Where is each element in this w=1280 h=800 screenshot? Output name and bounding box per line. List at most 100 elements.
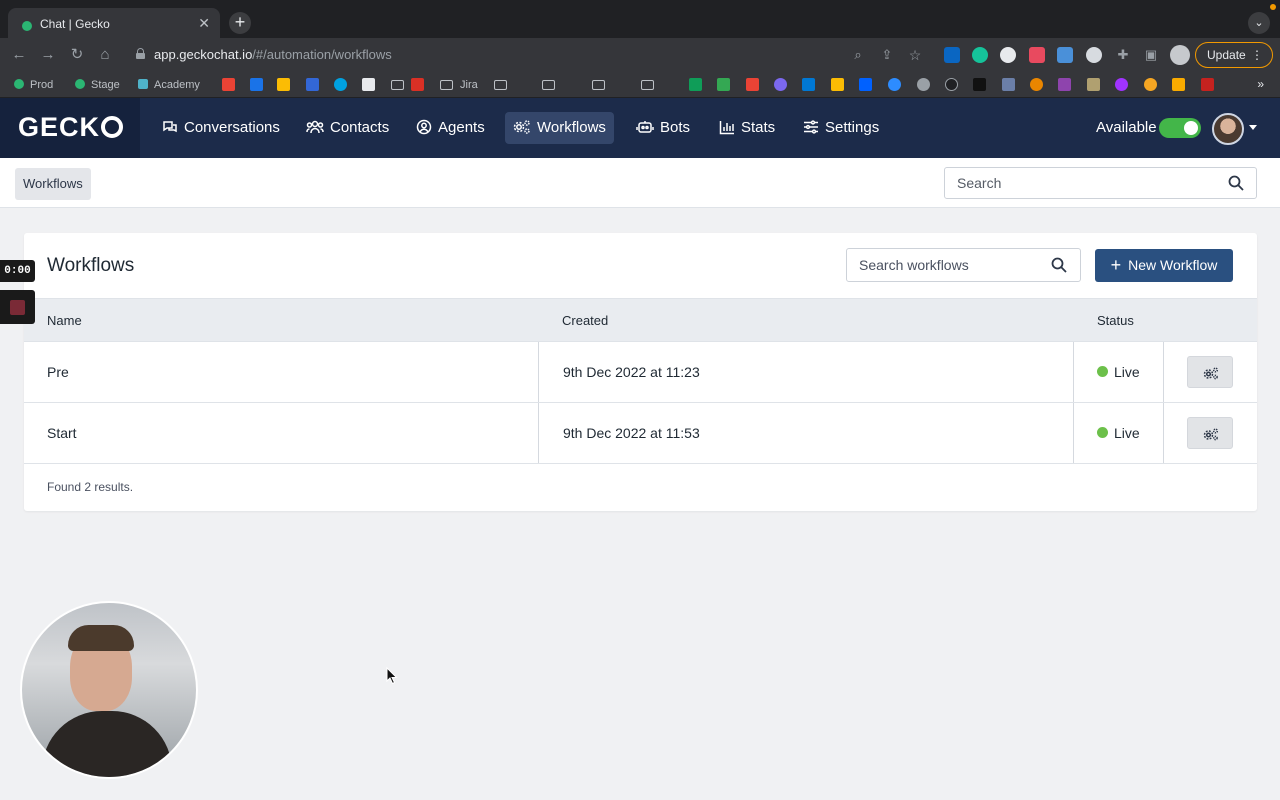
bookmark-stage[interactable]: Stage	[75, 77, 120, 93]
chevron-down-icon[interactable]	[1249, 125, 1257, 130]
folder-icon[interactable]	[391, 80, 404, 90]
lock-icon[interactable]	[136, 48, 145, 59]
extension-icon[interactable]	[1086, 47, 1102, 63]
folder-icon[interactable]	[440, 80, 453, 90]
column-divider	[1163, 342, 1164, 402]
bookmark-icon[interactable]	[1058, 78, 1071, 91]
folder-icon[interactable]	[542, 80, 555, 90]
grammarly-extension-icon[interactable]	[972, 47, 988, 63]
gecko-favicon-icon	[22, 21, 32, 31]
home-icon[interactable]: ⌂	[94, 44, 116, 66]
folder-icon[interactable]	[494, 80, 507, 90]
notion-icon[interactable]	[362, 78, 375, 91]
toggle-knob	[1184, 121, 1198, 135]
nav-contacts[interactable]: Contacts	[298, 112, 397, 144]
folder-icon[interactable]	[592, 80, 605, 90]
linkedin-extension-icon[interactable]	[944, 47, 960, 63]
bookmark-star-icon[interactable]: ☆	[904, 44, 926, 66]
gmail-icon[interactable]	[222, 78, 235, 91]
bookmark-icon[interactable]	[774, 78, 787, 91]
bookmark-icon[interactable]	[1201, 78, 1214, 91]
bookmark-icon[interactable]	[1002, 78, 1015, 91]
column-divider	[1073, 403, 1074, 463]
bookmark-icon[interactable]	[250, 78, 263, 91]
nav-agents[interactable]: Agents	[408, 112, 493, 144]
search-icon[interactable]	[1228, 175, 1244, 191]
forward-arrow-icon[interactable]: →	[37, 44, 59, 66]
bookmark-icon[interactable]	[717, 78, 730, 91]
more-menu-icon[interactable]: ⋮	[1251, 43, 1263, 67]
messenger-icon[interactable]	[1115, 78, 1128, 91]
gecko-logo[interactable]: GECK	[18, 112, 124, 143]
notification-dot	[1270, 4, 1276, 10]
bookmark-icon[interactable]	[1030, 78, 1043, 91]
google-drive-icon[interactable]	[277, 78, 290, 91]
bookmark-icon[interactable]	[411, 78, 424, 91]
workflow-name[interactable]: Start	[47, 403, 77, 463]
dropbox-icon[interactable]	[859, 78, 872, 91]
extension-w-icon[interactable]	[1000, 47, 1016, 63]
outlook-icon[interactable]	[802, 78, 815, 91]
tab-search-button[interactable]: ⌄	[1248, 12, 1270, 34]
user-avatar[interactable]	[1212, 113, 1244, 145]
bookmark-icon[interactable]	[746, 78, 759, 91]
webcam-bubble[interactable]	[20, 601, 198, 779]
plus-icon: +	[1110, 255, 1122, 275]
share-icon[interactable]: ⇪	[876, 44, 898, 66]
search-icon[interactable]	[1051, 257, 1067, 273]
globe-icon[interactable]	[917, 78, 930, 91]
zoom-app-icon[interactable]	[888, 78, 901, 91]
google-drive-icon[interactable]	[831, 78, 844, 91]
browser-profile-icon[interactable]	[1170, 45, 1190, 65]
openai-icon[interactable]	[945, 78, 958, 91]
reload-icon[interactable]: ↻	[66, 44, 88, 66]
availability-toggle[interactable]	[1159, 118, 1201, 138]
column-header-status[interactable]: Status	[1097, 313, 1134, 328]
column-header-name[interactable]: Name	[47, 313, 82, 328]
users-icon	[306, 120, 324, 134]
workflow-settings-button[interactable]	[1187, 417, 1233, 449]
workflow-settings-button[interactable]	[1187, 356, 1233, 388]
workflow-name[interactable]: Pre	[47, 342, 69, 402]
stop-recording-button[interactable]	[0, 290, 35, 324]
nav-bots[interactable]: Bots	[628, 112, 698, 144]
nav-conversations[interactable]: Conversations	[154, 112, 288, 144]
extension-icon[interactable]	[1057, 47, 1073, 63]
back-arrow-icon[interactable]: ←	[8, 44, 30, 66]
bookmark-icon[interactable]	[973, 78, 986, 91]
workflow-search-input[interactable]	[847, 249, 1047, 281]
folder-icon[interactable]	[641, 80, 654, 90]
nav-workflows[interactable]: Workflows	[505, 112, 614, 144]
bookmark-prod[interactable]: Prod	[14, 77, 53, 93]
nav-stats[interactable]: Stats	[711, 112, 783, 144]
breadcrumb[interactable]: Workflows	[15, 168, 91, 200]
extension-icon[interactable]	[1029, 47, 1045, 63]
side-panel-icon[interactable]: ▣	[1140, 44, 1162, 66]
analytics-icon[interactable]	[1172, 78, 1185, 91]
global-search-input[interactable]	[945, 168, 1215, 198]
salesforce-icon[interactable]	[334, 78, 347, 91]
bookmark-icon[interactable]	[1144, 78, 1157, 91]
bookmark-label: Jira	[460, 79, 478, 91]
bookmark-academy[interactable]: Academy	[138, 77, 200, 93]
new-tab-button[interactable]: +	[229, 12, 251, 34]
column-header-created[interactable]: Created	[562, 313, 608, 328]
bookmark-icon[interactable]	[306, 78, 319, 91]
nav-settings[interactable]: Settings	[795, 112, 887, 144]
bookmark-jira[interactable]: Jira	[460, 77, 478, 93]
url-field[interactable]: app.geckochat.io/#/automation/workflows	[154, 47, 392, 62]
close-tab-icon[interactable]: ✕	[198, 15, 210, 32]
puzzle-extensions-icon[interactable]: ✚	[1112, 44, 1134, 66]
table-row[interactable]: Pre 9th Dec 2022 at 11:23 Live	[24, 342, 1257, 403]
new-workflow-button[interactable]: + New Workflow	[1095, 249, 1233, 282]
bookmarks-overflow-icon[interactable]: »	[1257, 77, 1264, 91]
cogs-icon	[1203, 428, 1219, 441]
zoom-icon[interactable]: ⌕	[847, 44, 869, 66]
bookmark-icon[interactable]	[1087, 78, 1100, 91]
url-host: app.geckochat.io	[154, 47, 253, 62]
browser-update-button[interactable]: Update ⋮	[1195, 42, 1273, 68]
bookmark-icon[interactable]	[689, 78, 702, 91]
status-badge: Live	[1097, 342, 1140, 402]
table-row[interactable]: Start 9th Dec 2022 at 11:53 Live	[24, 403, 1257, 464]
mouse-cursor-icon	[386, 667, 398, 685]
